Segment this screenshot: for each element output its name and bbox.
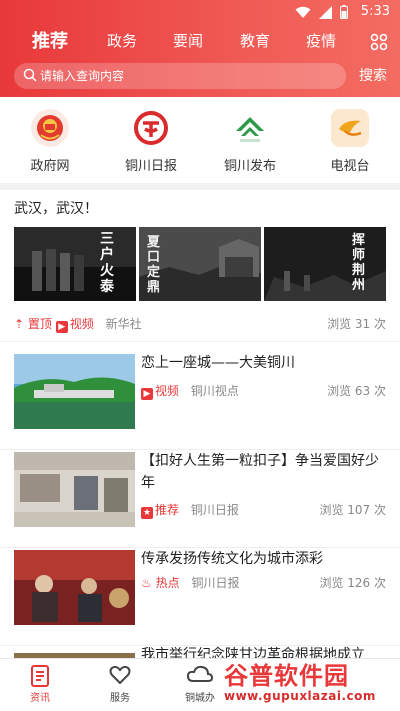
quick-link-gov[interactable]: 政府网 bbox=[10, 109, 90, 174]
search-bar[interactable] bbox=[14, 63, 346, 89]
tab-education[interactable]: 教育 bbox=[240, 30, 270, 51]
wifi-icon bbox=[295, 6, 311, 18]
quick-link-label: 电视台 bbox=[330, 159, 370, 174]
news-title: 传承发扬传统文化为城市添彩 bbox=[141, 551, 323, 567]
news-tag: 推荐 bbox=[155, 503, 180, 517]
tongchuan-daily-logo-icon bbox=[132, 109, 170, 147]
signal-icon bbox=[319, 5, 332, 19]
more-categories-icon[interactable] bbox=[370, 33, 388, 51]
tongchuan-release-logo-icon bbox=[231, 109, 269, 147]
pinned-tag: 置顶 bbox=[27, 317, 52, 331]
video-tag: 视频 bbox=[69, 317, 94, 331]
news-thumbnail bbox=[14, 452, 135, 527]
news-tag: 热点 bbox=[155, 576, 180, 590]
feature-title: 武汉，武汉！ bbox=[14, 201, 98, 217]
video-icon: ▶ bbox=[55, 321, 68, 333]
news-thumbnail bbox=[14, 648, 135, 658]
quick-link-tv[interactable]: 电视台 bbox=[310, 109, 390, 174]
quick-link-label: 铜川日报 bbox=[124, 159, 177, 174]
watermark: 谷普软件园 www.gupuxlazai.com bbox=[218, 652, 400, 711]
news-row[interactable]: 恋上一座城——大美铜川 ▶ 视频 铜川视点 浏览 63 次 bbox=[0, 342, 400, 450]
news-meta: ♨ 热点 铜川日报 bbox=[141, 574, 239, 591]
search-icon bbox=[23, 68, 37, 82]
news-title: 恋上一座城——大美铜川 bbox=[141, 355, 295, 371]
cloud-icon bbox=[187, 665, 213, 682]
tab-epidemic[interactable]: 疫情 bbox=[306, 30, 336, 51]
tab-recommend[interactable]: 推荐 bbox=[32, 27, 68, 53]
news-meta: ▶ 视频 铜川视点 bbox=[141, 382, 239, 400]
nav-news[interactable]: 资讯 bbox=[10, 665, 70, 704]
news-meta: ★ 推荐 铜川日报 bbox=[141, 501, 239, 519]
article-views: 浏览 31 次 bbox=[327, 317, 386, 331]
news-source: 铜川日报 bbox=[191, 576, 240, 590]
feature-image-2[interactable]: 夏口定鼎 bbox=[139, 227, 261, 301]
news-thumbnail bbox=[14, 550, 135, 625]
feature-image-1[interactable]: 三户火泰 bbox=[14, 227, 136, 301]
search-input[interactable] bbox=[40, 63, 330, 89]
status-bar: 5:33 bbox=[0, 0, 400, 24]
news-source: 铜川日报 bbox=[190, 503, 239, 517]
quick-link-daily[interactable]: 铜川日报 bbox=[111, 109, 191, 174]
recommend-icon: ★ bbox=[141, 507, 153, 519]
tab-headlines[interactable]: 要闻 bbox=[173, 30, 203, 51]
section-divider bbox=[0, 183, 400, 190]
app-header: 5:33 推荐 政务 要闻 教育 疫情 搜索 bbox=[0, 0, 400, 97]
video-icon: ▶ bbox=[141, 388, 153, 400]
quick-link-release[interactable]: 铜川发布 bbox=[210, 109, 290, 174]
news-title: 【扣好人生第一粒扣子】争当爱国好少年 bbox=[141, 453, 379, 491]
news-views: 浏览 126 次 bbox=[319, 576, 386, 590]
quick-link-label: 政府网 bbox=[30, 159, 70, 174]
nav-label: 资讯 bbox=[30, 693, 50, 704]
news-thumbnail bbox=[14, 354, 135, 429]
article-source: 新华社 bbox=[105, 317, 142, 331]
news-tag: 视频 bbox=[155, 384, 180, 398]
news-views: 浏览 107 次 bbox=[319, 503, 386, 517]
tv-station-logo-icon bbox=[331, 109, 369, 147]
quick-link-label: 铜川发布 bbox=[223, 159, 276, 174]
battery-icon bbox=[340, 5, 348, 19]
watermark-url: www.gupuxlazai.com bbox=[224, 689, 376, 703]
feature-meta: ⇡ 置顶 ▶ 视频 新华社 bbox=[14, 315, 142, 333]
status-time: 5:33 bbox=[360, 4, 390, 19]
nav-label: 服务 bbox=[110, 693, 130, 704]
news-source: 铜川视点 bbox=[190, 384, 239, 398]
search-button[interactable]: 搜索 bbox=[359, 65, 387, 85]
feature-image-caption: 挥师荆州 bbox=[352, 233, 366, 293]
feature-image-caption: 夏口定鼎 bbox=[147, 235, 161, 295]
news-row[interactable]: 【扣好人生第一粒扣子】争当爱国好少年 ★ 推荐 铜川日报 浏览 107 次 bbox=[0, 440, 400, 548]
feature-image-caption: 三户火泰 bbox=[100, 231, 114, 295]
news-doc-icon bbox=[31, 665, 49, 687]
news-row[interactable]: 传承发扬传统文化为城市添彩 ♨ 热点 铜川日报 浏览 126 次 bbox=[0, 538, 400, 646]
heart-icon bbox=[109, 665, 131, 685]
feature-image-3[interactable]: 挥师荆州 bbox=[264, 227, 386, 301]
national-emblem-icon bbox=[31, 109, 69, 147]
hot-flame-icon: ♨ bbox=[141, 576, 152, 590]
quick-links: 政府网 铜川日报 铜川发布 电视台 bbox=[0, 97, 400, 183]
status-icons bbox=[295, 5, 348, 19]
nav-service[interactable]: 服务 bbox=[90, 665, 150, 704]
watermark-text: 谷普软件园 bbox=[224, 662, 349, 690]
tab-government[interactable]: 政务 bbox=[107, 30, 137, 51]
category-tabs: 推荐 政务 要闻 教育 疫情 bbox=[0, 26, 400, 58]
feature-article[interactable]: 武汉，武汉！ 三户火泰 夏口定鼎 挥师荆州 ⇡ 置顶 ▶ 视频 新华社 浏览 31… bbox=[0, 190, 400, 340]
pin-icon: ⇡ bbox=[14, 317, 25, 331]
news-views: 浏览 63 次 bbox=[327, 384, 386, 398]
